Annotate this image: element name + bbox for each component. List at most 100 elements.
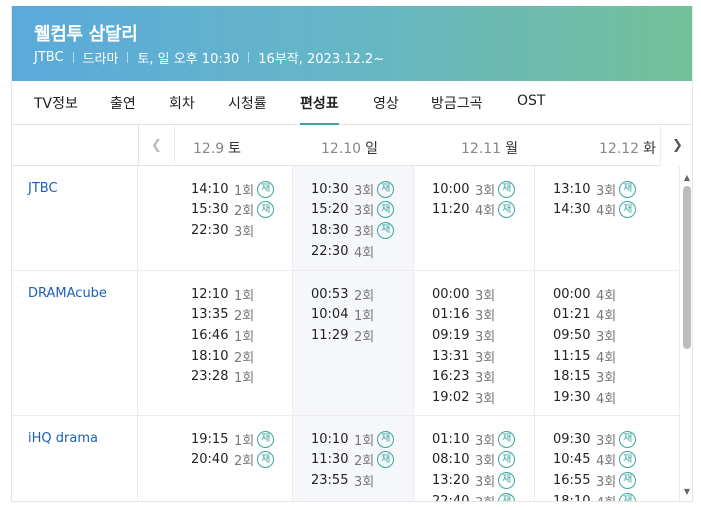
slot-time: 14:10 (191, 181, 229, 197)
tab-schedule[interactable]: 편성표 (300, 93, 339, 125)
slot-list: 14:10 1회 재 15:30 2회 재 22:30 3회 (191, 179, 275, 241)
slot-time: 14:30 (553, 202, 591, 218)
slot-episode: 3회 (234, 224, 255, 240)
broadcast-slot: 15:20 3회 재 (311, 200, 395, 221)
slot-time: 19:02 (432, 389, 470, 405)
channel-link[interactable]: DRAMAcube (28, 286, 107, 301)
rerun-badge: 재 (377, 451, 395, 469)
date-label: 12.10 (321, 141, 362, 157)
weekday-label: 화 (643, 141, 656, 157)
scroll-up-arrow-icon[interactable]: ▲ (680, 170, 692, 184)
slot-time: 01:16 (432, 307, 470, 323)
slot-time: 19:30 (553, 389, 591, 405)
rerun-badge: 재 (619, 201, 637, 219)
rerun-badge: 재 (619, 430, 637, 448)
day-cell: 10:00 3회 재 11:20 4회 재 (414, 166, 535, 270)
slot-episode: 3회 (475, 391, 496, 407)
broadcast-slot: 08:10 3회 재 (432, 450, 516, 471)
slot-episode: 3회 (475, 183, 496, 199)
slot-time: 19:15 (191, 431, 229, 447)
slot-time: 01:21 (553, 307, 591, 323)
next-dates-button[interactable]: ❯ (660, 125, 692, 166)
slot-time: 00:00 (553, 286, 591, 302)
day-cell: 19:15 1회 재 20:40 2회 재 (138, 416, 293, 501)
broadcast-slot: 11:15 4회 (553, 346, 616, 367)
broadcast-slot: 09:50 3회 (553, 325, 616, 346)
date-header: 12.10 일 (321, 138, 378, 158)
meta-genre: 드라마 (82, 52, 119, 67)
program-header: 웰컴투 삼달리 JTBC 드라마 토, 일 오후 10:30 16부작, 202… (12, 6, 692, 81)
weekday-label: 일 (365, 141, 378, 157)
tab-ost[interactable]: OST (517, 93, 545, 125)
channel-link[interactable]: JTBC (28, 181, 58, 196)
broadcast-slot: 10:30 3회 재 (311, 179, 395, 200)
slot-time: 15:20 (311, 202, 349, 218)
slot-list: 10:00 3회 재 11:20 4회 재 (432, 179, 516, 221)
slot-episode: 4회 (596, 350, 617, 366)
date-header: 12.11 월 (461, 138, 518, 158)
rerun-badge: 재 (257, 451, 275, 469)
rerun-badge: 재 (619, 180, 637, 198)
broadcast-slot: 11:20 4회 재 (432, 200, 516, 221)
slot-episode: 3회 (475, 474, 496, 490)
rerun-badge: 재 (377, 201, 395, 219)
slot-time: 11:20 (432, 202, 470, 218)
rerun-badge: 재 (498, 180, 516, 198)
program-meta: JTBC 드라마 토, 일 오후 10:30 16부작, 2023.12.2~ (34, 48, 384, 67)
broadcast-slot: 09:19 3회 (432, 325, 495, 346)
tab-episodes[interactable]: 회차 (169, 93, 195, 125)
slot-episode: 1회 (354, 433, 375, 449)
broadcast-slot: 11:29 2회 (311, 325, 374, 346)
slot-time: 01:10 (432, 431, 470, 447)
tab-just-played-song[interactable]: 방금그곡 (431, 93, 483, 125)
slot-episode: 3회 (596, 433, 617, 449)
slot-episode: 2회 (234, 454, 255, 470)
slot-episode: 1회 (234, 183, 255, 199)
rerun-badge: 재 (498, 492, 516, 501)
slot-list: 10:30 3회 재 15:20 3회 재 18:30 3회 재 22:30 4회 (311, 179, 395, 261)
scroll-thumb[interactable] (683, 186, 691, 349)
tab-tv-info[interactable]: TV정보 (34, 93, 78, 125)
slot-time: 16:55 (553, 472, 591, 488)
program-title[interactable]: 웰컴투 삼달리 (34, 20, 138, 46)
broadcast-slot: 12:10 1회 (191, 284, 254, 305)
channel-link[interactable]: iHQ drama (28, 431, 98, 446)
slot-time: 10:30 (311, 181, 349, 197)
tab-bar: TV정보 출연 회차 시청률 편성표 영상 방금그곡 OST (12, 81, 692, 125)
slot-episode: 2회 (354, 288, 375, 304)
slot-episode: 2회 (354, 454, 375, 470)
broadcast-slot: 09:30 3회 재 (553, 429, 637, 450)
slot-time: 13:31 (432, 348, 470, 364)
day-cell: 10:10 1회 재 11:30 2회 재 23:55 3회 (293, 416, 414, 501)
day-cell: 10:30 3회 재 15:20 3회 재 18:30 3회 재 22:30 4회 (293, 166, 414, 270)
date-label: 12.12 (599, 141, 640, 157)
slot-time: 11:29 (311, 327, 349, 343)
chevron-right-icon: ❯ (672, 138, 683, 153)
tab-cast[interactable]: 출연 (110, 93, 136, 125)
slot-episode: 1회 (354, 309, 375, 325)
meta-channel: JTBC (34, 50, 64, 65)
day-cell: 00:53 2회 10:04 1회 11:29 2회 (293, 271, 414, 415)
meta-episodes: 16부작, 2023.12.2~ (258, 52, 385, 67)
tab-ratings[interactable]: 시청률 (228, 93, 267, 125)
day-cell: 12:10 1회 13:35 2회 16:46 1회 18:10 2회 23:28 1회 (138, 271, 293, 415)
broadcast-slot: 18:10 2회 (191, 346, 254, 367)
slot-episode: 3회 (475, 492, 495, 501)
tab-videos[interactable]: 영상 (373, 93, 399, 125)
scroll-down-arrow-icon[interactable]: ▼ (680, 484, 692, 498)
slot-time: 10:00 (432, 181, 470, 197)
slot-episode: 3회 (354, 224, 375, 240)
channel-cell: JTBC (12, 166, 138, 270)
date-header: 12.9 토 (193, 138, 241, 158)
prev-dates-button[interactable]: ❮ (139, 125, 175, 166)
rerun-badge: 재 (498, 430, 516, 448)
broadcast-slot: 23:55 3회 (311, 470, 394, 491)
weekday-label: 월 (505, 141, 518, 157)
slot-episode: 3회 (475, 309, 496, 325)
slot-episode: 3회 (475, 329, 496, 345)
vertical-scrollbar[interactable]: ▲ ▼ (680, 166, 692, 501)
slot-time: 00:00 (432, 286, 470, 302)
broadcast-slot: 20:40 2회 재 (191, 450, 275, 471)
day-cell: 00:00 4회 01:21 4회 09:50 3회 11:15 4회 18:15 3회 19:30… (535, 271, 680, 415)
broadcast-slot: 10:10 1회 재 (311, 429, 395, 450)
